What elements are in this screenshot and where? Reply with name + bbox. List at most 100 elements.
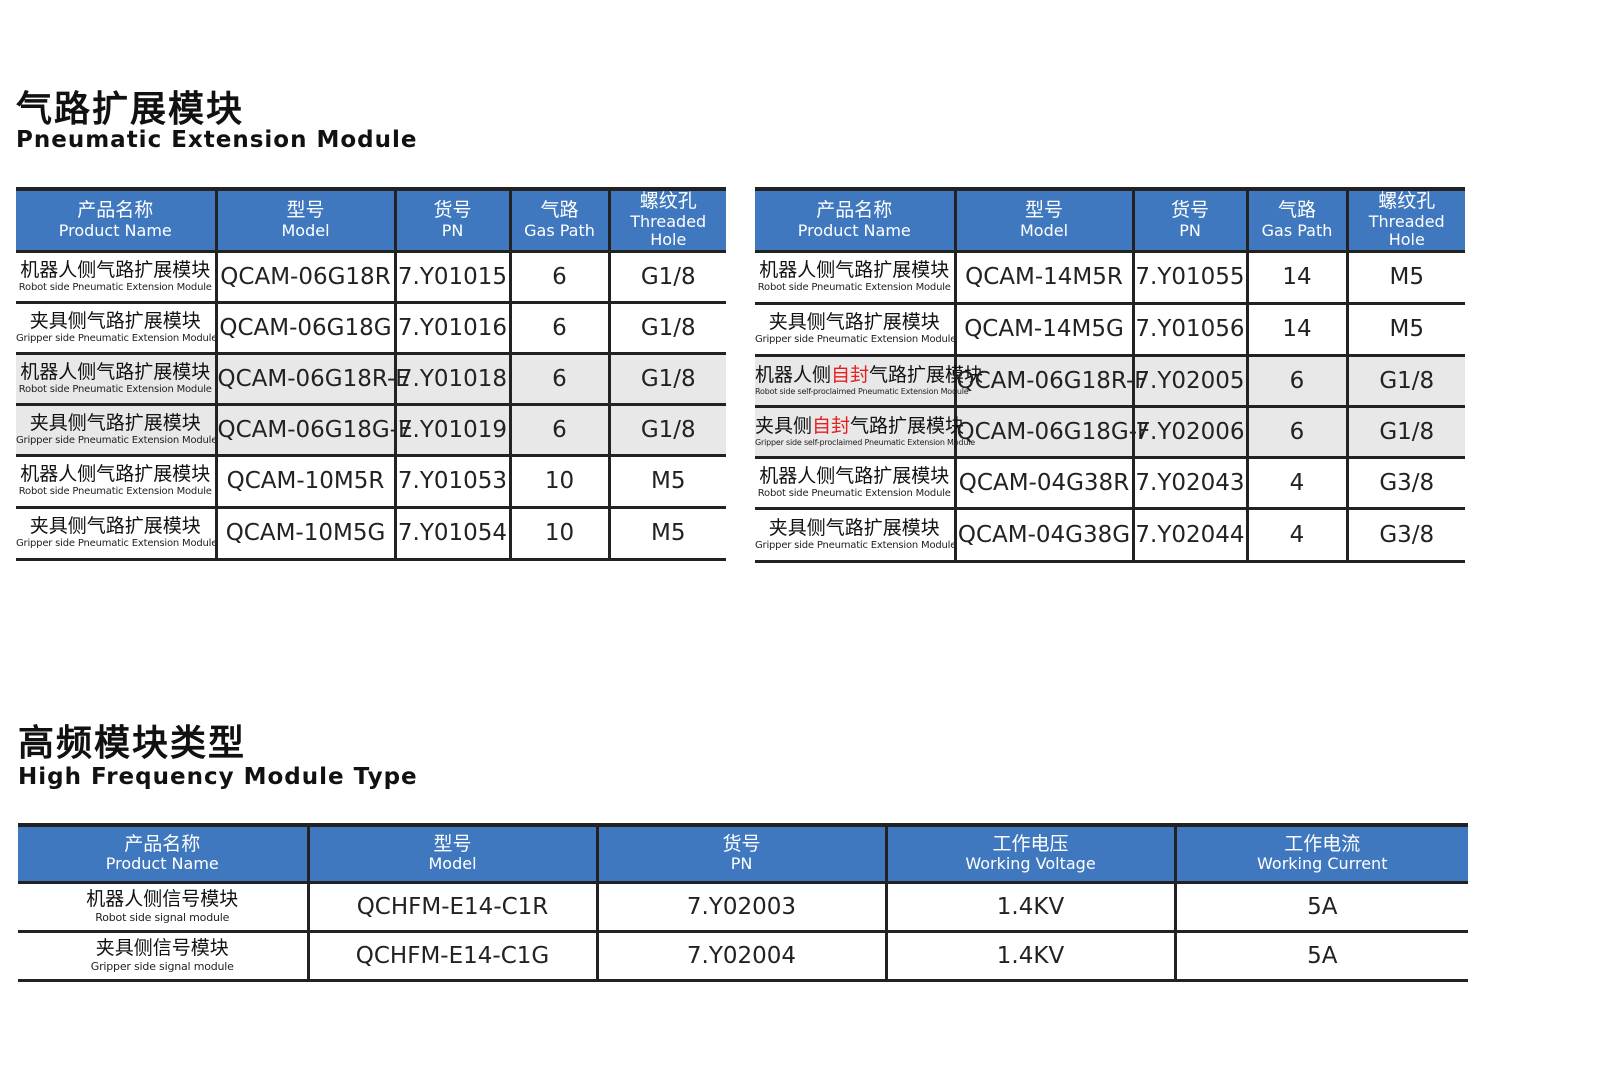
product-name-cell: 机器人侧气路扩展模块 Robot side Pneumatic Extension… (755, 457, 957, 510)
header-pn: 货号 PN (395, 186, 512, 253)
table-row: 夹具侧信号模块 Gripper side signal module QCHFM-… (18, 931, 1468, 982)
product-name-cell: 机器人侧气路扩展模块 Robot side Pneumatic Extension… (755, 251, 957, 305)
model-cell: QCAM-04G38G (955, 508, 1135, 563)
pn-cell: 7.Y01055 (1133, 251, 1249, 305)
product-name-cell: 机器人侧气路扩展模块 Robot side Pneumatic Extension… (16, 455, 218, 509)
gas-path-cell: 10 (510, 455, 611, 509)
pn-cell: 7.Y01015 (395, 251, 512, 304)
threaded-hole-cell: G3/8 (1347, 508, 1465, 563)
pn-cell: 7.Y02003 (597, 882, 888, 933)
gas-path-cell: 6 (1247, 406, 1349, 459)
self-sealing-highlight: 自封 (831, 363, 870, 386)
pn-cell: 7.Y01056 (1133, 303, 1249, 357)
table-header-row: 产品名称 Product Name 型号 Model 货号 PN 工作电压 Workin… (18, 823, 1468, 884)
model-cell: QCAM-14M5G (955, 303, 1135, 357)
table-row: 夹具侧气路扩展模块 Gripper side Pneumatic Extensio… (16, 404, 726, 457)
product-name-cell: 夹具侧气路扩展模块 Gripper side Pneumatic Extensio… (16, 404, 218, 457)
table-row: 夹具侧自封气路扩展模块 Gripper side self-proclaimed … (755, 406, 1465, 459)
header-product-name: 产品名称 Product Name (755, 186, 957, 253)
model-cell: QCAM-06G18G-F (955, 406, 1150, 459)
gas-path-cell: 6 (510, 251, 611, 304)
table-row: 夹具侧气路扩展模块 Gripper side Pneumatic Extensio… (755, 508, 1465, 563)
model-cell: QCHFM-E14-C1G (308, 931, 599, 982)
header-gas-path: 气路 Gas Path (510, 186, 611, 253)
pneumatic-table-left: 产品名称 Product Name 型号 Model 货号 PN 气路 Gas Path… (16, 186, 726, 561)
model-cell: QCAM-06G18R-F (955, 355, 1147, 408)
table-row: 机器人侧气路扩展模块 Robot side Pneumatic Extension… (755, 251, 1465, 305)
pneumatic-table-right: 产品名称 Product Name 型号 Model 货号 PN 气路 Gas Path… (755, 186, 1465, 563)
product-name-cell: 夹具侧气路扩展模块 Gripper side Pneumatic Extensio… (16, 302, 218, 355)
table-row: 机器人侧气路扩展模块 Robot side Pneumatic Extension… (16, 251, 726, 304)
header-threaded-hole: 螺纹孔 Threaded Hole (1347, 186, 1465, 253)
product-name-cell: 夹具侧自封气路扩展模块 Gripper side self-proclaimed … (755, 406, 975, 459)
voltage-cell: 1.4KV (886, 931, 1177, 982)
product-name-cell: 夹具侧信号模块 Gripper side signal module (18, 931, 310, 982)
gas-path-cell: 6 (1247, 355, 1349, 408)
pn-cell: 7.Y01054 (395, 507, 512, 561)
model-cell: QCAM-04G38R (955, 457, 1135, 510)
model-cell: QCAM-10M5G (216, 507, 397, 561)
model-cell: QCHFM-E14-C1R (308, 882, 599, 933)
threaded-hole-cell: M5 (1347, 251, 1465, 305)
product-name-cell: 夹具侧气路扩展模块 Gripper side Pneumatic Extensio… (755, 303, 957, 357)
header-model: 型号 Model (216, 186, 397, 253)
table-row: 机器人侧自封气路扩展模块 Robot side self-proclaimed P… (755, 355, 1465, 408)
model-cell: QCAM-10M5R (216, 455, 397, 509)
threaded-hole-cell: M5 (609, 507, 726, 561)
threaded-hole-cell: M5 (1347, 303, 1465, 357)
pn-cell: 7.Y02044 (1133, 508, 1249, 563)
model-cell: QCAM-06G18G (216, 302, 397, 355)
gas-path-cell: 14 (1247, 251, 1349, 305)
table-row: 夹具侧气路扩展模块 Gripper side Pneumatic Extensio… (16, 302, 726, 355)
header-model: 型号 Model (955, 186, 1135, 253)
product-name-cell: 机器人侧气路扩展模块 Robot side Pneumatic Extension… (16, 353, 218, 406)
pn-cell: 7.Y01053 (395, 455, 512, 509)
threaded-hole-cell: M5 (609, 455, 726, 509)
hf-table: 产品名称 Product Name 型号 Model 货号 PN 工作电压 Workin… (18, 823, 1468, 982)
header-pn: 货号 PN (1133, 186, 1249, 253)
header-product-name: 产品名称 Product Name (16, 186, 218, 253)
pn-cell: 7.Y02043 (1133, 457, 1249, 510)
voltage-cell: 1.4KV (886, 882, 1177, 933)
gas-path-cell: 6 (510, 353, 611, 406)
product-name-cell: 机器人侧自封气路扩展模块 Robot side self-proclaimed P… (755, 355, 983, 408)
threaded-hole-cell: G1/8 (1347, 406, 1465, 459)
gas-path-cell: 6 (510, 302, 611, 355)
gas-path-cell: 4 (1247, 508, 1349, 563)
table-row: 夹具侧气路扩展模块 Gripper side Pneumatic Extensio… (16, 507, 726, 561)
gas-path-cell: 10 (510, 507, 611, 561)
pn-cell: 7.Y02006 (1133, 406, 1249, 459)
product-name-cell: 机器人侧气路扩展模块 Robot side Pneumatic Extension… (16, 251, 218, 304)
header-product-name: 产品名称 Product Name (18, 823, 310, 884)
threaded-hole-cell: G1/8 (1347, 355, 1465, 408)
table-row: 机器人侧气路扩展模块 Robot side Pneumatic Extension… (16, 353, 726, 406)
hf-title-en: High Frequency Module Type (18, 764, 418, 790)
hf-title-cn: 高频模块类型 (18, 723, 247, 764)
table-row: 机器人侧气路扩展模块 Robot side Pneumatic Extension… (755, 457, 1465, 510)
current-cell: 5A (1175, 931, 1468, 982)
gas-path-cell: 14 (1247, 303, 1349, 357)
header-gas-path: 气路 Gas Path (1247, 186, 1349, 253)
model-cell: QCAM-06G18G-E (216, 404, 413, 457)
current-cell: 5A (1175, 882, 1468, 933)
threaded-hole-cell: G1/8 (609, 302, 726, 355)
header-threaded-hole: 螺纹孔 Threaded Hole (609, 186, 726, 253)
table-header-row: 产品名称 Product Name 型号 Model 货号 PN 气路 Gas Path… (755, 186, 1465, 253)
pn-cell: 7.Y01016 (395, 302, 512, 355)
pneumatic-title-cn: 气路扩展模块 (16, 89, 245, 130)
header-working-voltage: 工作电压 Working Voltage (886, 823, 1177, 884)
threaded-hole-cell: G1/8 (609, 404, 726, 457)
model-cell: QCAM-06G18R (216, 251, 397, 304)
self-sealing-highlight: 自封 (812, 414, 851, 437)
pn-cell: 7.Y02004 (597, 931, 888, 982)
pn-cell: 7.Y01018 (395, 353, 512, 406)
table-row: 夹具侧气路扩展模块 Gripper side Pneumatic Extensio… (755, 303, 1465, 357)
table-row: 机器人侧气路扩展模块 Robot side Pneumatic Extension… (16, 455, 726, 509)
model-cell: QCAM-06G18R-E (216, 353, 410, 406)
product-name-cell: 机器人侧信号模块 Robot side signal module (18, 882, 310, 933)
threaded-hole-cell: G1/8 (609, 251, 726, 304)
header-model: 型号 Model (308, 823, 599, 884)
header-pn: 货号 PN (597, 823, 888, 884)
threaded-hole-cell: G3/8 (1347, 457, 1465, 510)
pneumatic-title-en: Pneumatic Extension Module (16, 127, 418, 153)
